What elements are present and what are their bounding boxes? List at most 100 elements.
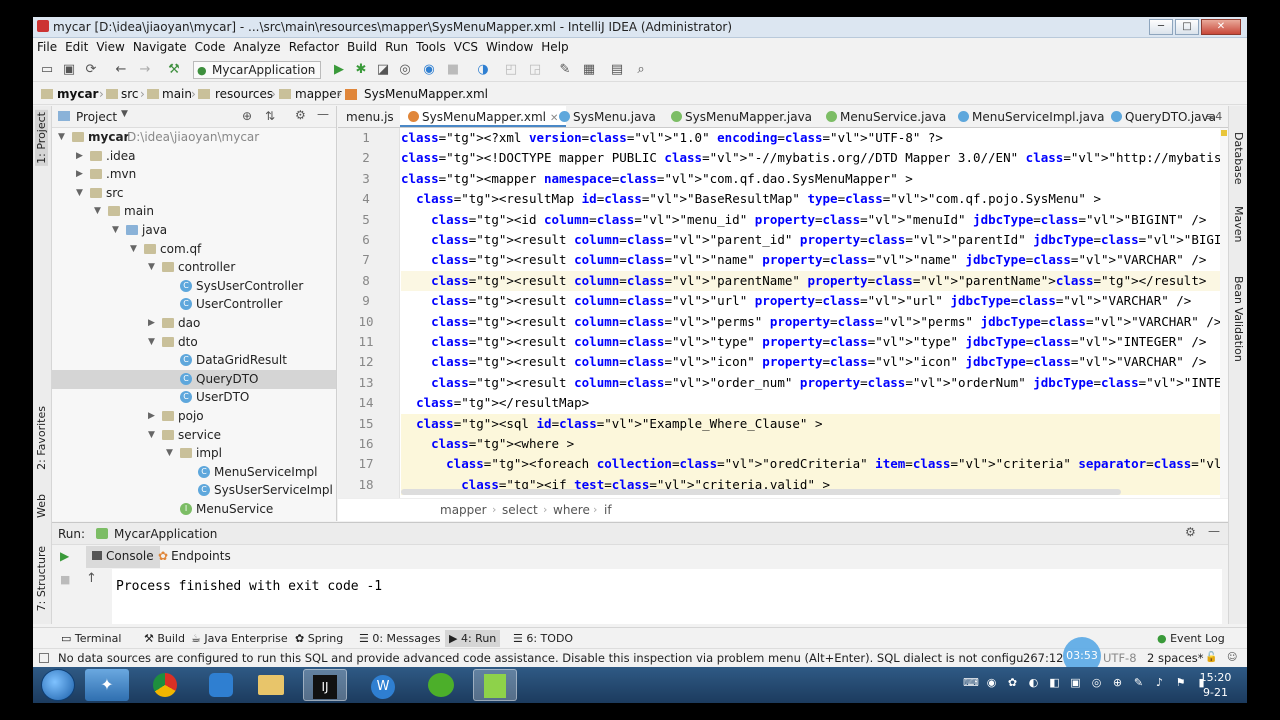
code-line[interactable]: class="tg"><id column=class="vl">"menu_i… [401,210,1223,230]
editor-crumb-mapper[interactable]: mapper [440,503,487,517]
locate-icon[interactable]: ⊕ [242,109,252,123]
coverage-icon[interactable]: ◪ [375,62,391,78]
menu-edit[interactable]: Edit [61,38,92,58]
breadcrumb-src[interactable]: src [121,87,139,101]
tree-item[interactable]: ▶ pojo [52,407,336,426]
tree-item[interactable]: I MenuService [52,500,336,519]
web-tool-tab[interactable]: Web [35,494,48,518]
chevron-down-icon[interactable]: ▼ [148,337,155,347]
editor-scrollbar[interactable] [1220,128,1228,498]
menu-file[interactable]: File [33,38,61,58]
save-icon[interactable]: ▣ [61,62,77,78]
run-config-select[interactable]: ● MycarApplication ⌄ [193,61,321,79]
minimize-button[interactable]: ─ [1149,19,1173,35]
intellij-taskbar-icon[interactable]: IJ [303,669,347,701]
gear-icon[interactable]: ⚙ [1185,525,1196,539]
caret-position[interactable]: 267:12 [1023,651,1063,665]
tree-item[interactable]: ▼ controller [52,258,336,277]
editor-crumb-select[interactable]: select [502,503,538,517]
tray-app-icon[interactable]: ◉ [984,675,999,690]
tray-app-icon[interactable]: ✿ [1005,675,1020,690]
code-line[interactable]: class="tg"><result column=class="vl">"ur… [401,291,1223,311]
app-icon-3[interactable] [419,669,463,701]
chevron-down-icon[interactable]: ▼ [121,109,128,119]
chevron-down-icon[interactable]: ▼ [94,206,101,216]
menu-run[interactable]: Run [381,38,412,58]
breadcrumb-resources[interactable]: resources [215,87,273,101]
open-folder-icon[interactable]: ▭ [39,62,55,78]
event-log-tab[interactable]: ● Event Log [1157,632,1225,645]
settings-wrench-icon[interactable]: ✎ [557,62,573,78]
chevron-down-icon[interactable]: ▼ [148,430,155,440]
collapse-all-icon[interactable]: ⇅ [265,109,275,123]
code-line[interactable]: class="tg"><result column=class="vl">"na… [401,250,1223,270]
file-explorer-icon[interactable] [249,669,293,701]
vcs-update-icon[interactable]: ◲ [527,62,543,78]
code-line[interactable]: class="tg"><?xml version=class="vl">"1.0… [401,128,1223,148]
tree-item[interactable]: C UserDTO [52,388,336,407]
sync-icon[interactable]: ⟳ [83,62,99,78]
menu-refactor[interactable]: Refactor [285,38,343,58]
tray-app-icon[interactable]: ◧ [1047,675,1062,690]
bean-validation-tool-tab[interactable]: Bean Validation [1232,276,1245,362]
database-tool-tab[interactable]: Database [1232,132,1245,185]
chevron-down-icon[interactable]: ▼ [76,188,83,198]
wps-writer-icon[interactable]: W [361,669,405,701]
tree-item[interactable]: ▼ com.qf [52,240,336,259]
chevron-down-icon[interactable]: ▼ [58,132,65,142]
console-output[interactable]: Process finished with exit code -1 [112,569,1222,624]
debug-icon[interactable]: ✱ [353,62,369,78]
tree-item[interactable]: ▶ .mvn [52,165,336,184]
tree-item[interactable]: ▼ service [52,426,336,445]
code-line[interactable]: class="tg"><resultMap id=class="vl">"Bas… [401,189,1223,209]
tray-app-icon[interactable]: ✎ [1131,675,1146,690]
tab-overflow-button[interactable]: ≡4 [1206,110,1222,123]
console-tab[interactable]: Console [86,546,160,568]
lock-icon[interactable]: 🔓 [1205,652,1217,663]
code-line[interactable]: class="tg"><result column=class="vl">"ic… [401,352,1223,372]
tree-item[interactable]: C QueryDTO [52,369,336,389]
taskbar-clock[interactable]: 15:20 9-21 [1188,670,1243,700]
hide-icon[interactable]: — [317,107,329,121]
code-line[interactable]: class="tg"><result column=class="vl">"or… [401,373,1223,393]
run-icon[interactable]: ▶ [331,62,347,78]
flag-icon[interactable]: ⚑ [1173,675,1188,690]
tree-item[interactable]: C MenuServiceImpl [52,463,336,482]
code-editor[interactable]: class="tg"><?xml version=class="vl">"1.0… [401,128,1223,498]
editor-tab[interactable]: menu.js [338,106,402,127]
volume-icon[interactable]: ♪ [1152,675,1167,690]
tree-root-mycar[interactable]: ▼ mycar D:\idea\jiaoyan\mycar [52,128,336,147]
project-tool-tab[interactable]: 1: Project [35,110,48,166]
build-tool-tab[interactable]: ⚒ Build [144,632,185,645]
tree-item[interactable]: ▶ .idea [52,147,336,166]
file-encoding[interactable]: UTF-8 [1103,651,1137,665]
hide-icon[interactable]: — [1208,524,1220,538]
maven-tool-tab[interactable]: Maven [1232,206,1245,242]
indent-setting[interactable]: 2 spaces* [1147,651,1203,665]
tree-item[interactable]: C UserController [52,295,336,314]
profile-icon[interactable]: ◎ [397,62,413,78]
code-line[interactable]: class="tg"><result column=class="vl">"ty… [401,332,1223,352]
endpoints-tab[interactable]: ✿ Endpoints [158,549,231,563]
code-line[interactable]: class="tg"></resultMap> [401,393,1223,413]
chrome-icon[interactable] [143,669,187,701]
terminal-icon[interactable]: ▤ [609,62,625,78]
tray-app-icon[interactable]: ⊕ [1110,675,1125,690]
update-icon[interactable]: ◉ [421,62,437,78]
menu-analyze[interactable]: Analyze [229,38,284,58]
stop-icon[interactable]: ■ [60,573,70,586]
app-icon-1[interactable]: ✦ [85,669,129,701]
tree-item[interactable]: ▼ dto [52,333,336,352]
breadcrumb-main[interactable]: main [162,87,192,101]
breadcrumb-mycar[interactable]: mycar [57,87,98,101]
chevron-down-icon[interactable]: ▼ [148,262,155,272]
horizontal-scrollbar[interactable] [401,489,1121,495]
status-message[interactable]: No data sources are configured to run th… [58,651,1023,665]
menu-tools[interactable]: Tools [412,38,450,58]
project-structure-icon[interactable]: ▦ [581,62,597,78]
code-line[interactable]: class="tg"><foreach collection=class="vl… [401,454,1223,475]
favorites-tool-tab[interactable]: 2: Favorites [35,406,48,470]
structure-tool-tab[interactable]: 7: Structure [35,546,48,611]
maximize-button[interactable]: □ [1175,19,1199,35]
back-icon[interactable]: ← [113,62,129,78]
